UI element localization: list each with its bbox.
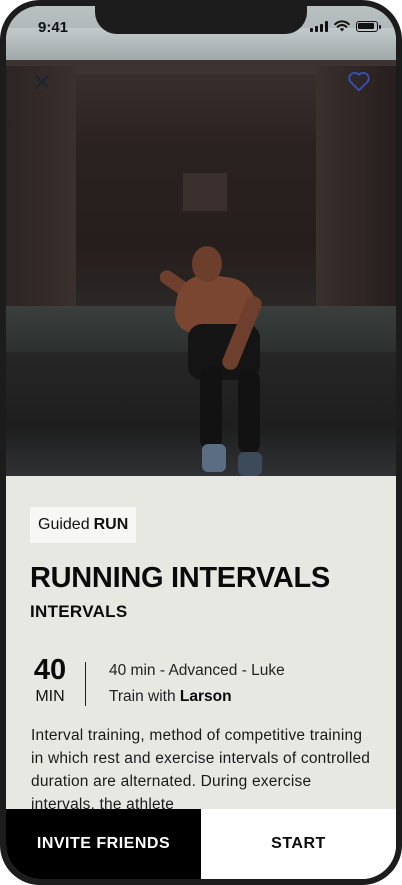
phone-frame: 9:41 Guided RUN RUNNING INTERVALS INTERV… bbox=[0, 0, 402, 885]
invite-friends-button[interactable]: INVITE FRIENDS bbox=[6, 809, 201, 879]
divider bbox=[85, 662, 86, 706]
category-badge: Guided RUN bbox=[30, 507, 137, 543]
status-icons bbox=[310, 20, 381, 32]
runner-shoe-left bbox=[202, 444, 226, 472]
workout-subtitle: INTERVALS bbox=[30, 602, 128, 621]
runner-leg-left bbox=[200, 366, 222, 450]
signal-icon bbox=[310, 20, 328, 32]
trainer-line: Train with Larson bbox=[109, 688, 232, 706]
workout-title: RUNNING INTERVALS bbox=[30, 562, 330, 594]
status-time: 9:41 bbox=[38, 19, 69, 36]
duration-value: 40 bbox=[33, 654, 67, 686]
workout-description: Interval training, method of competitive… bbox=[31, 727, 371, 809]
window bbox=[181, 171, 229, 213]
runner-shoe-right bbox=[238, 452, 262, 476]
runner-leg-right bbox=[238, 370, 260, 454]
duration-unit: MIN bbox=[35, 688, 65, 705]
screen: 9:41 Guided RUN RUNNING INTERVALS INTERV… bbox=[6, 6, 396, 879]
close-icon[interactable] bbox=[30, 70, 54, 94]
start-button[interactable]: START bbox=[201, 809, 396, 879]
runner-head bbox=[192, 246, 222, 282]
category-prefix: Guided bbox=[38, 516, 90, 533]
duration: 40 MIN bbox=[30, 654, 70, 706]
wifi-icon bbox=[334, 20, 350, 32]
workout-meta: 40 min - Advanced - Luke bbox=[109, 662, 285, 679]
heart-icon[interactable] bbox=[346, 68, 372, 94]
trainer-name: Larson bbox=[179, 688, 232, 705]
workout-details: Guided RUN RUNNING INTERVALS INTERVALS 4… bbox=[6, 476, 396, 809]
notch bbox=[95, 6, 307, 34]
battery-icon bbox=[356, 20, 381, 32]
hero-image bbox=[6, 6, 396, 476]
category-label: RUN bbox=[93, 516, 129, 533]
trainer-prefix: Train with bbox=[109, 688, 176, 705]
